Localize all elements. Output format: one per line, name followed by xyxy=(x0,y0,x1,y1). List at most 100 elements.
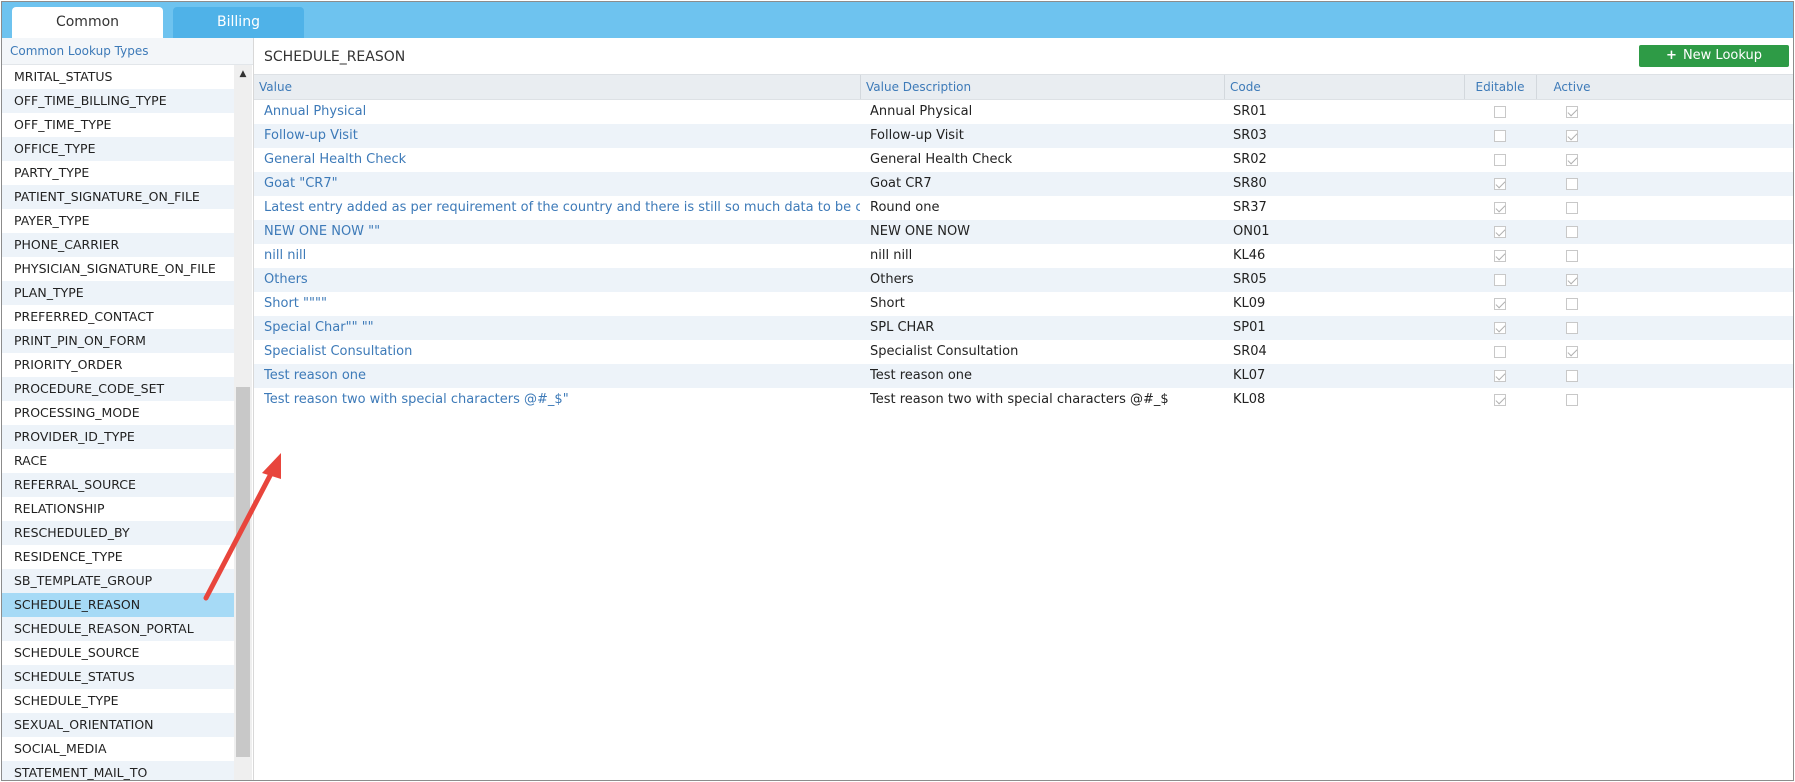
table-row[interactable]: General Health Check General Health Check… xyxy=(254,148,1793,172)
cell-value-link[interactable]: Follow-up Visit xyxy=(264,124,860,148)
column-header-description[interactable]: Value Description xyxy=(866,75,1274,99)
sidebar-item-office-type[interactable]: OFFICE_TYPE xyxy=(2,137,234,161)
cell-value-link[interactable]: Special Char"" "" xyxy=(264,316,860,340)
sidebar-item-residence-type[interactable]: RESIDENCE_TYPE xyxy=(2,545,234,569)
sidebar-item-procedure-code-set[interactable]: PROCEDURE_CODE_SET xyxy=(2,377,234,401)
sidebar-item-schedule-reason-portal[interactable]: SCHEDULE_REASON_PORTAL xyxy=(2,617,234,641)
cell-value-link[interactable]: Specialist Consultation xyxy=(264,340,860,364)
sidebar-item-preferred-contact[interactable]: PREFERRED_CONTACT xyxy=(2,305,234,329)
column-header-active[interactable]: Active xyxy=(1537,75,1607,99)
sidebar-item-schedule-status[interactable]: SCHEDULE_STATUS xyxy=(2,665,234,689)
editable-checkbox[interactable] xyxy=(1494,105,1506,118)
sidebar-item-off-time-type[interactable]: OFF_TIME_TYPE xyxy=(2,113,234,137)
sidebar-item-patient-signature-on-file[interactable]: PATIENT_SIGNATURE_ON_FILE xyxy=(2,185,234,209)
editable-checkbox[interactable] xyxy=(1494,129,1506,142)
editable-checkbox[interactable] xyxy=(1494,153,1506,166)
cell-value-link[interactable]: Others xyxy=(264,268,860,292)
cell-value-link[interactable]: Short """" xyxy=(264,292,860,316)
active-checkbox[interactable] xyxy=(1566,297,1578,310)
editable-checkbox[interactable] xyxy=(1494,225,1506,238)
editable-checkbox[interactable] xyxy=(1494,177,1506,190)
page-title: SCHEDULE_REASON xyxy=(264,49,406,65)
new-lookup-button[interactable]: + New Lookup xyxy=(1639,45,1789,67)
editable-checkbox[interactable] xyxy=(1494,273,1506,286)
sidebar-item-social-media[interactable]: SOCIAL_MEDIA xyxy=(2,737,234,761)
sidebar-item-priority-order[interactable]: PRIORITY_ORDER xyxy=(2,353,234,377)
cell-value-link[interactable]: Test reason one xyxy=(264,364,860,388)
sidebar-item-physician-signature-on-file[interactable]: PHYSICIAN_SIGNATURE_ON_FILE xyxy=(2,257,234,281)
active-checkbox[interactable] xyxy=(1566,249,1578,262)
cell-value-link[interactable]: Latest entry added as per requirement of… xyxy=(264,196,860,220)
cell-editable xyxy=(1465,388,1535,412)
active-checkbox[interactable] xyxy=(1566,345,1578,358)
cell-value-link[interactable]: NEW ONE NOW "" xyxy=(264,220,860,244)
editable-checkbox[interactable] xyxy=(1494,201,1506,214)
sidebar-item-sb-template-group[interactable]: SB_TEMPLATE_GROUP xyxy=(2,569,234,593)
active-checkbox[interactable] xyxy=(1566,321,1578,334)
active-checkbox[interactable] xyxy=(1566,153,1578,166)
cell-value-link[interactable]: Annual Physical xyxy=(264,100,860,124)
tab-billing-lookups[interactable]: Billing Lookups xyxy=(173,7,304,61)
editable-checkbox[interactable] xyxy=(1494,345,1506,358)
sidebar-item-sexual-orientation[interactable]: SEXUAL_ORIENTATION xyxy=(2,713,234,737)
sidebar-item-processing-mode[interactable]: PROCESSING_MODE xyxy=(2,401,234,425)
table-row[interactable]: NEW ONE NOW "" NEW ONE NOW ON01 xyxy=(254,220,1793,244)
cell-value-link[interactable]: nill nill xyxy=(264,244,860,268)
active-checkbox[interactable] xyxy=(1566,273,1578,286)
scrollbar-thumb[interactable] xyxy=(236,387,250,757)
table-row[interactable]: Others Others SR05 xyxy=(254,268,1793,292)
sidebar-item-rescheduled-by[interactable]: RESCHEDULED_BY xyxy=(2,521,234,545)
table-row[interactable]: Follow-up Visit Follow-up Visit SR03 xyxy=(254,124,1793,148)
table-row[interactable]: Goat "CR7" Goat CR7 SR80 xyxy=(254,172,1793,196)
tab-bar: Common Lookups Billing Lookups xyxy=(2,2,1793,61)
table-row[interactable]: nill nill nill nill KL46 xyxy=(254,244,1793,268)
table-row[interactable]: Test reason one Test reason one KL07 xyxy=(254,364,1793,388)
active-checkbox[interactable] xyxy=(1566,105,1578,118)
column-header-value[interactable]: Value xyxy=(259,75,947,99)
sidebar-item-phone-carrier[interactable]: PHONE_CARRIER xyxy=(2,233,234,257)
sidebar-scrollbar[interactable]: ▲ xyxy=(234,65,252,780)
sidebar-item-relationship[interactable]: RELATIONSHIP xyxy=(2,497,234,521)
sidebar-item-provider-id-type[interactable]: PROVIDER_ID_TYPE xyxy=(2,425,234,449)
column-header-code[interactable]: Code xyxy=(1230,75,1500,99)
sidebar-item-schedule-source[interactable]: SCHEDULE_SOURCE xyxy=(2,641,234,665)
active-checkbox[interactable] xyxy=(1566,129,1578,142)
active-checkbox[interactable] xyxy=(1566,177,1578,190)
sidebar-item-payer-type[interactable]: PAYER_TYPE xyxy=(2,209,234,233)
cell-description: Follow-up Visit xyxy=(870,128,964,143)
cell-value-link[interactable]: General Health Check xyxy=(264,148,860,172)
table-row[interactable]: Test reason two with special characters … xyxy=(254,388,1793,412)
tab-common-lookups[interactable]: Common Lookups xyxy=(12,7,163,61)
cell-active xyxy=(1537,244,1607,268)
table-row[interactable]: Specialist Consultation Specialist Consul… xyxy=(254,340,1793,364)
active-checkbox[interactable] xyxy=(1566,225,1578,238)
sidebar-item-statement-mail-to[interactable]: STATEMENT_MAIL_TO xyxy=(2,761,234,780)
cell-editable xyxy=(1465,196,1535,220)
active-checkbox[interactable] xyxy=(1566,201,1578,214)
table-row[interactable]: Short """" Short KL09 xyxy=(254,292,1793,316)
sidebar-item-print-pin-on-form[interactable]: PRINT_PIN_ON_FORM xyxy=(2,329,234,353)
cell-description: NEW ONE NOW xyxy=(870,224,971,239)
cell-value-link[interactable]: Goat "CR7" xyxy=(264,172,860,196)
sidebar-item-schedule-reason[interactable]: SCHEDULE_REASON xyxy=(2,593,234,617)
table-row[interactable]: Latest entry added as per requirement of… xyxy=(254,196,1793,220)
sidebar-item-race[interactable]: RACE xyxy=(2,449,234,473)
editable-checkbox[interactable] xyxy=(1494,369,1506,382)
sidebar-item-schedule-type[interactable]: SCHEDULE_TYPE xyxy=(2,689,234,713)
active-checkbox[interactable] xyxy=(1566,393,1578,406)
cell-value-link[interactable]: Test reason two with special characters … xyxy=(264,388,860,412)
sidebar-item-mrital-status[interactable]: MRITAL_STATUS xyxy=(2,65,234,89)
table-row[interactable]: Annual Physical Annual Physical SR01 xyxy=(254,100,1793,124)
sidebar-item-referral-source[interactable]: REFERRAL_SOURCE xyxy=(2,473,234,497)
editable-checkbox[interactable] xyxy=(1494,321,1506,334)
active-checkbox[interactable] xyxy=(1566,369,1578,382)
editable-checkbox[interactable] xyxy=(1494,249,1506,262)
sidebar-item-off-time-billing-type[interactable]: OFF_TIME_BILLING_TYPE xyxy=(2,89,234,113)
editable-checkbox[interactable] xyxy=(1494,393,1506,406)
column-header-editable[interactable]: Editable xyxy=(1465,75,1535,99)
editable-checkbox[interactable] xyxy=(1494,297,1506,310)
triangle-up-icon[interactable]: ▲ xyxy=(234,65,252,83)
sidebar-item-plan-type[interactable]: PLAN_TYPE xyxy=(2,281,234,305)
table-row[interactable]: Special Char"" "" SPL CHAR SP01 xyxy=(254,316,1793,340)
sidebar-item-party-type[interactable]: PARTY_TYPE xyxy=(2,161,234,185)
